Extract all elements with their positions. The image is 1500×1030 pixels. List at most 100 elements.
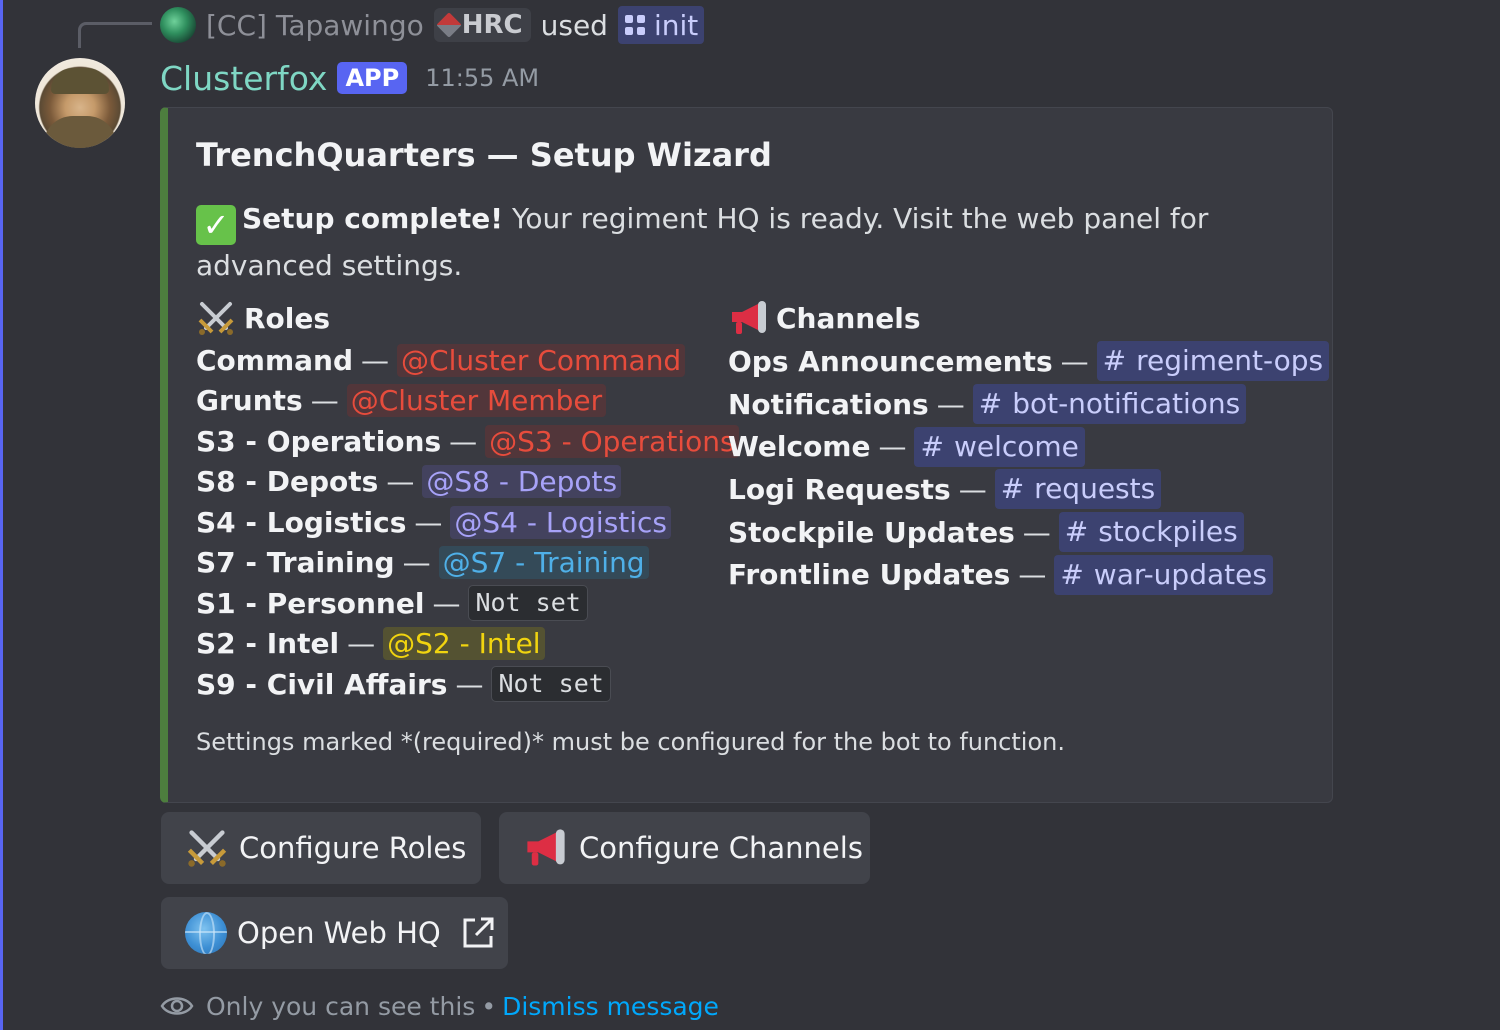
message-timestamp[interactable]: 11:55 AM xyxy=(425,64,539,92)
reply-user-avatar[interactable] xyxy=(160,7,196,43)
configure-roles-label: Configure Roles xyxy=(239,831,467,865)
channel-name: regiment-ops xyxy=(1136,344,1324,378)
role-label: S4 - Logistics xyxy=(196,505,407,539)
em-dash: — xyxy=(414,505,443,539)
channel-setting-label: Logi Requests xyxy=(728,472,951,506)
role-mention[interactable]: @S3 - Operations xyxy=(485,424,739,458)
swords-icon xyxy=(198,302,234,335)
external-link-icon xyxy=(463,917,494,948)
channel-name: war-updates xyxy=(1093,557,1267,591)
bot-username[interactable]: Clusterfox xyxy=(160,59,327,98)
role-label: S7 - Training xyxy=(196,546,395,580)
channel-mention[interactable]: # welcome xyxy=(914,426,1085,467)
em-dash: — xyxy=(386,465,415,499)
ephemeral-text: Only you can see this xyxy=(206,991,476,1021)
ephemeral-notice: Only you can see this • Dismiss message xyxy=(160,986,719,1026)
role-row: Command — @Cluster Command xyxy=(196,340,739,381)
channel-mention[interactable]: # war-updates xyxy=(1054,554,1273,595)
channel-setting-label: Welcome xyxy=(728,430,871,464)
role-label: Command xyxy=(196,343,354,377)
role-row: Grunts — @Cluster Member xyxy=(196,381,739,422)
channels-heading: Channels xyxy=(728,298,1329,338)
em-dash: — xyxy=(310,384,339,418)
channel-hash-icon: # xyxy=(1000,472,1025,506)
channel-setting-label: Notifications xyxy=(728,387,929,421)
channels-field: Channels Ops Announcements — # regiment-ops… xyxy=(728,298,1330,596)
guild-tag-icon xyxy=(436,12,462,38)
eye-icon xyxy=(160,997,194,1015)
desc-bold: Setup complete! xyxy=(242,202,504,235)
em-dash: — xyxy=(958,472,987,506)
em-dash: — xyxy=(1060,344,1089,378)
configure-roles-button[interactable]: Configure Roles xyxy=(161,812,481,884)
slash-command-icon xyxy=(624,15,645,35)
setup-embed: TrenchQuarters — Setup Wizard ✓ Setup com… xyxy=(160,107,1333,803)
channel-row: Notifications — # bot-notifications xyxy=(728,383,1329,426)
channel-mention[interactable]: # stockpiles xyxy=(1058,512,1244,553)
em-dash: — xyxy=(1018,558,1047,592)
slash-command-chip[interactable]: init xyxy=(617,6,705,44)
role-mention[interactable]: @S7 - Training xyxy=(438,546,649,580)
dismiss-message-link[interactable]: Dismiss message xyxy=(502,992,719,1021)
channel-setting-label: Stockpile Updates xyxy=(728,515,1015,549)
role-mention[interactable]: @S8 - Depots xyxy=(422,465,622,499)
channel-mention[interactable]: # requests xyxy=(994,469,1162,510)
roles-list: Command — @Cluster Command Grunts — @Cluster … xyxy=(196,340,739,705)
channel-setting-label: Ops Announcements xyxy=(728,344,1053,378)
open-web-hq-label: Open Web HQ xyxy=(237,916,441,950)
role-mention[interactable]: @S4 - Logistics xyxy=(450,505,672,539)
command-invocation: [CC] Tapawingo HRC used init xyxy=(160,4,705,46)
channel-row: Welcome — # welcome xyxy=(728,425,1329,468)
reply-verb: used xyxy=(540,8,608,42)
reply-username[interactable]: [CC] Tapawingo xyxy=(206,9,424,42)
avatar-body xyxy=(43,116,117,148)
channel-hash-icon: # xyxy=(978,387,1003,421)
configure-channels-button[interactable]: Configure Channels xyxy=(499,812,870,884)
open-web-hq-link-button[interactable]: Open Web HQ xyxy=(161,897,508,969)
avatar-cap xyxy=(51,68,109,94)
em-dash: — xyxy=(936,387,965,421)
role-not-set: Not set xyxy=(491,666,611,703)
message-header: Clusterfox APP 11:55 AM xyxy=(160,56,539,100)
guild-tag[interactable]: HRC xyxy=(433,8,531,42)
roles-heading-label: Roles xyxy=(244,301,331,335)
channel-hash-icon: # xyxy=(1064,515,1089,549)
separator-dot: • xyxy=(481,991,497,1021)
channel-row: Frontline Updates — # war-updates xyxy=(728,553,1329,596)
reply-connector xyxy=(78,22,152,48)
role-row: S7 - Training — @S7 - Training xyxy=(196,543,739,584)
role-mention[interactable]: @S2 - Intel xyxy=(383,627,545,661)
roles-field: Roles Command — @Cluster Command Grunts — @Cl… xyxy=(196,298,739,705)
channel-setting-label: Frontline Updates xyxy=(728,558,1011,592)
channel-row: Logi Requests — # requests xyxy=(728,468,1329,511)
channel-name: stockpiles xyxy=(1098,515,1238,549)
em-dash: — xyxy=(878,430,907,464)
channel-mention[interactable]: # bot-notifications xyxy=(972,384,1247,425)
em-dash: — xyxy=(1022,515,1051,549)
em-dash: — xyxy=(455,667,484,701)
guild-tag-label: HRC xyxy=(461,10,523,40)
check-icon: ✓ xyxy=(196,205,236,245)
role-row: S1 - Personnel — Not set xyxy=(196,583,739,624)
em-dash: — xyxy=(361,343,390,377)
role-label: S1 - Personnel xyxy=(196,586,425,620)
role-row: S9 - Civil Affairs — Not set xyxy=(196,664,739,705)
channel-mention[interactable]: # regiment-ops xyxy=(1096,341,1330,382)
swords-icon xyxy=(187,830,227,867)
role-not-set: Not set xyxy=(468,585,588,622)
em-dash: — xyxy=(347,627,376,661)
role-label: S2 - Intel xyxy=(196,627,340,661)
mention-highlight-bar xyxy=(0,0,3,1030)
role-row: S4 - Logistics — @S4 - Logistics xyxy=(196,502,739,543)
role-mention[interactable]: @Cluster Command xyxy=(397,343,686,377)
slash-command-name: init xyxy=(653,8,699,42)
role-label: S3 - Operations xyxy=(196,424,442,458)
role-mention[interactable]: @Cluster Member xyxy=(346,384,607,418)
configure-channels-label: Configure Channels xyxy=(579,831,863,865)
channel-hash-icon: # xyxy=(920,429,944,463)
role-label: S8 - Depots xyxy=(196,465,379,499)
roles-heading: Roles xyxy=(196,298,739,338)
globe-icon xyxy=(185,912,227,954)
bot-avatar[interactable] xyxy=(35,58,125,148)
em-dash: — xyxy=(402,546,431,580)
